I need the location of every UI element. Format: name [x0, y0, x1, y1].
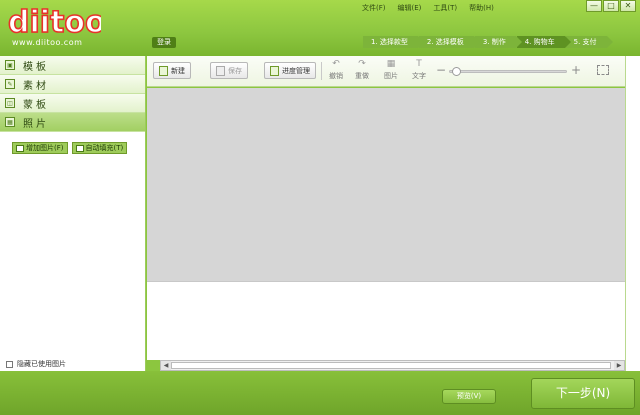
text-button[interactable]: T 文字	[408, 59, 430, 81]
sidebar-item-photo[interactable]: ▦ 照片	[0, 113, 145, 132]
scroll-right-icon[interactable]: ▶	[614, 361, 624, 370]
vertical-scrollbar[interactable]	[625, 56, 640, 371]
window-controls: — □ ✕	[586, 0, 636, 12]
step-breadcrumb: 1. 选择款型 2. 选择模板 3. 制作 4. 购物车 5. 支付	[363, 36, 613, 48]
text-label: 文字	[412, 72, 426, 80]
sidebar-item-material[interactable]: ✎ 素材	[0, 75, 145, 94]
fit-to-screen-icon[interactable]	[597, 65, 609, 75]
sidebar-item-label: 素材	[23, 80, 49, 92]
auto-fill-icon	[75, 144, 84, 152]
mask-icon: ◫	[5, 98, 15, 108]
scroll-left-icon[interactable]: ◀	[161, 361, 171, 370]
preview-button[interactable]: 预览(V)	[442, 389, 496, 404]
save-icon	[216, 65, 225, 76]
undo-label: 撤销	[329, 72, 343, 80]
auto-fill-button[interactable]: 自动填充(T)	[71, 142, 128, 154]
sidebar-item-mask[interactable]: ◫ 蒙板	[0, 94, 145, 113]
undo-icon: ↶	[332, 59, 340, 69]
sidebar-item-label: 模板	[23, 61, 49, 73]
hide-used-label: 隐藏已使用图片	[17, 360, 66, 368]
auto-fill-label: 自动填充(T)	[85, 144, 124, 152]
app-header: diitoo www.diitoo.com 文件(F) 编辑(E) 工具(T) …	[0, 0, 640, 56]
image-label: 图片	[384, 72, 398, 80]
close-button[interactable]: ✕	[620, 0, 636, 12]
image-icon: ▦	[386, 59, 396, 69]
upload-icon	[270, 65, 279, 76]
left-sidebar: ▣ 模板 ✎ 素材 ◫ 蒙板 ▦ 照片 增加图片(F) 自动填充(T) 隐藏已使…	[0, 56, 146, 371]
next-step-button[interactable]: 下一步(N)	[531, 378, 635, 409]
editor-toolbar: 新建 保存 进度管理 ↶ 撤销 ↷ 重做 ▦ 图片 T 文字 − +	[147, 56, 625, 87]
svg-text:diitoo: diitoo	[8, 5, 101, 40]
photo-actions: 增加图片(F) 自动填充(T)	[0, 132, 145, 154]
new-label: 新建	[171, 66, 185, 75]
toolbar-divider	[321, 62, 322, 80]
sidebar-item-template[interactable]: ▣ 模板	[0, 56, 145, 75]
save-label: 保存	[228, 66, 242, 75]
zoom-in-button[interactable]: +	[571, 64, 581, 76]
step-payment[interactable]: 5. 支付	[565, 36, 613, 48]
menu-bar: 文件(F) 编辑(E) 工具(T) 帮助(H)	[362, 3, 494, 13]
progress-manage-button[interactable]: 进度管理	[264, 62, 316, 79]
menu-edit[interactable]: 编辑(E)	[398, 3, 422, 13]
sidebar-item-label: 照片	[23, 118, 49, 130]
menu-help[interactable]: 帮助(H)	[469, 3, 494, 13]
redo-icon: ↷	[358, 59, 366, 69]
template-icon: ▣	[5, 60, 15, 70]
redo-label: 重做	[355, 72, 369, 80]
material-icon: ✎	[5, 79, 15, 89]
maximize-button[interactable]: □	[603, 0, 619, 12]
image-button[interactable]: ▦ 图片	[380, 59, 402, 81]
checkbox-icon[interactable]	[6, 360, 13, 368]
sidebar-item-label: 蒙板	[23, 99, 49, 111]
horizontal-scrollbar[interactable]: ◀ ▶	[160, 360, 625, 371]
diitoo-logo: diitoo	[7, 4, 101, 40]
scrollbar-thumb[interactable]	[171, 362, 611, 369]
step-make[interactable]: 3. 制作	[474, 36, 522, 48]
minimize-button[interactable]: —	[586, 0, 602, 12]
design-canvas[interactable]	[147, 88, 625, 281]
undo-button[interactable]: ↶ 撤销	[325, 59, 347, 81]
hide-used-checkbox[interactable]: 隐藏已使用图片	[6, 359, 66, 369]
step-select-model[interactable]: 1. 选择款型	[363, 36, 424, 48]
add-image-icon	[16, 144, 24, 152]
progress-label: 进度管理	[282, 66, 310, 75]
redo-button[interactable]: ↷ 重做	[351, 59, 373, 81]
app-footer: 预览(V) 下一步(N)	[0, 371, 640, 415]
zoom-out-button[interactable]: −	[436, 64, 446, 76]
add-photo-button[interactable]: 增加图片(F)	[12, 142, 68, 154]
photo-icon: ▦	[5, 117, 15, 127]
new-document-icon	[159, 65, 168, 76]
menu-tools[interactable]: 工具(T)	[433, 3, 457, 13]
photo-strip[interactable]	[147, 281, 625, 360]
logo-url: www.diitoo.com	[12, 38, 83, 47]
step-cart[interactable]: 4. 购物车	[516, 36, 571, 48]
zoom-slider[interactable]	[449, 67, 567, 76]
save-button[interactable]: 保存	[210, 62, 248, 79]
menu-file[interactable]: 文件(F)	[362, 3, 386, 13]
add-photo-label: 增加图片(F)	[26, 144, 64, 152]
login-button[interactable]: 登录	[152, 37, 176, 48]
step-select-template[interactable]: 2. 选择模板	[418, 36, 480, 48]
zoom-slider-thumb[interactable]	[452, 67, 461, 76]
new-button[interactable]: 新建	[153, 62, 191, 79]
text-icon: T	[416, 59, 422, 69]
